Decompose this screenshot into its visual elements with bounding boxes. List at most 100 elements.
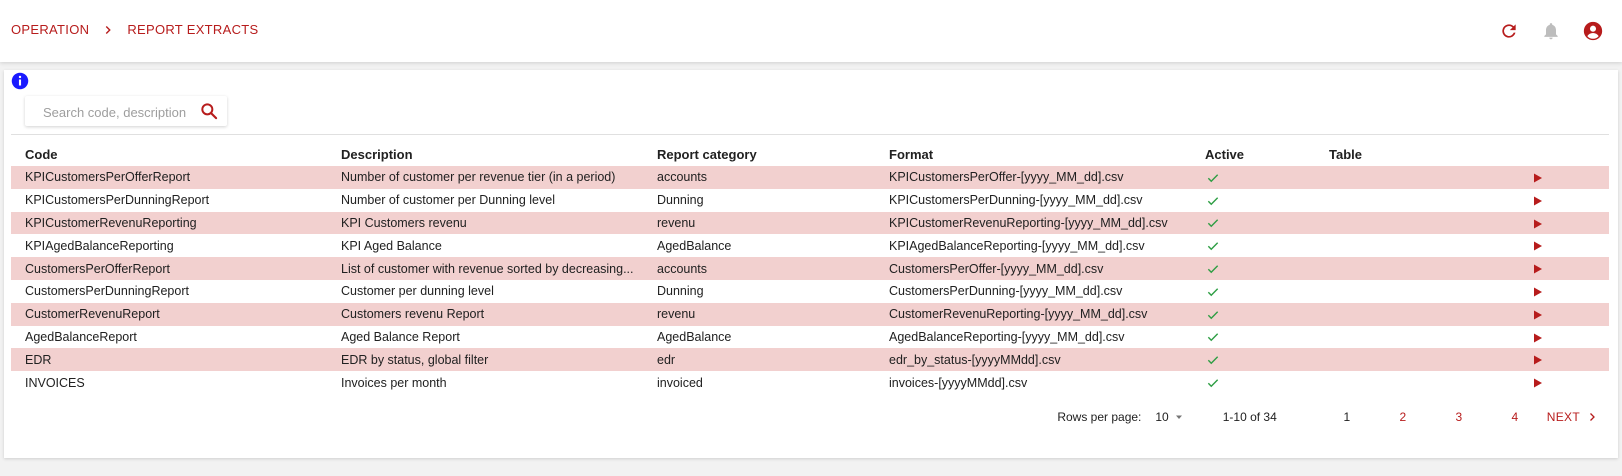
play-icon[interactable] bbox=[1533, 264, 1543, 274]
play-icon[interactable] bbox=[1533, 378, 1543, 388]
cell-format: CustomersPerDunning-[yyyy_MM_dd].csv bbox=[889, 284, 1123, 299]
rows-per-page-label: Rows per page: bbox=[1057, 410, 1142, 424]
cell-description: EDR by status, global filter bbox=[327, 348, 643, 372]
cell-code: KPICustomersPerOfferReport bbox=[11, 166, 327, 189]
report-extracts-card: Code Description Report category Format … bbox=[4, 70, 1618, 458]
cell-report-category: accounts bbox=[643, 257, 875, 280]
table-row[interactable]: KPICustomersPerDunningReport Number of cu… bbox=[11, 189, 1609, 212]
cell-table bbox=[1315, 211, 1429, 235]
cell-run bbox=[1429, 348, 1609, 372]
account-icon[interactable] bbox=[1582, 20, 1604, 42]
column-header-active[interactable]: Active bbox=[1191, 142, 1315, 166]
column-header-code[interactable]: Code bbox=[11, 142, 327, 166]
play-icon[interactable] bbox=[1533, 355, 1543, 365]
table-body: KPICustomersPerOfferReport Number of cust… bbox=[11, 166, 1609, 394]
cell-description: KPI Aged Balance bbox=[341, 238, 442, 253]
column-header-format[interactable]: Format bbox=[875, 142, 1191, 166]
cell-run bbox=[1429, 211, 1609, 235]
check-icon bbox=[1207, 310, 1219, 319]
table-row[interactable]: CustomersPerOfferReport List of customer … bbox=[11, 257, 1609, 280]
cell-active bbox=[1191, 371, 1315, 394]
divider bbox=[11, 134, 1609, 135]
column-header-description[interactable]: Description bbox=[327, 142, 643, 166]
cell-format: KPIAgedBalanceReporting-[yyyy_MM_dd].csv bbox=[889, 238, 1145, 253]
next-page-button[interactable]: NEXT bbox=[1547, 410, 1598, 424]
rows-per-page-value: 10 bbox=[1155, 410, 1169, 424]
cell-run bbox=[1429, 326, 1609, 349]
check-icon bbox=[1207, 174, 1219, 182]
cell-report-category: AgedBalance bbox=[657, 329, 732, 344]
cell-code: CustomersPerDunningReport bbox=[25, 284, 189, 299]
play-icon[interactable] bbox=[1533, 333, 1543, 343]
table-row[interactable]: CustomersPerDunningReport Customer per du… bbox=[11, 280, 1609, 303]
header-actions bbox=[1478, 20, 1604, 42]
search-input[interactable] bbox=[41, 101, 195, 123]
table-row[interactable]: AgedBalanceReport Aged Balance Report Aged… bbox=[11, 326, 1609, 349]
cell-table bbox=[1315, 302, 1429, 326]
cell-description: Aged Balance Report bbox=[341, 329, 460, 344]
play-icon[interactable] bbox=[1533, 196, 1543, 206]
cell-format: KPICustomersPerOffer-[yyyy_MM_dd].csv bbox=[875, 166, 1191, 189]
pagination: Rows per page: 10 1-10 of 34 1 2 3 4 NEX… bbox=[1057, 410, 1598, 424]
column-header-report-category[interactable]: Report category bbox=[643, 142, 875, 166]
cell-code: EDR bbox=[11, 348, 327, 372]
page-link-3[interactable]: 3 bbox=[1431, 410, 1487, 424]
check-icon bbox=[1207, 379, 1219, 388]
play-icon[interactable] bbox=[1533, 173, 1543, 183]
table-row[interactable]: KPIAgedBalanceReporting KPI Aged Balance A… bbox=[11, 234, 1609, 257]
cell-code: CustomersPerOfferReport bbox=[11, 257, 327, 280]
cell-format: AgedBalanceReporting-[yyyy_MM_dd].csv bbox=[889, 329, 1125, 344]
cell-active bbox=[1191, 257, 1315, 280]
breadcrumb-item-report-extracts[interactable]: REPORT EXTRACTS bbox=[127, 22, 258, 37]
refresh-icon[interactable] bbox=[1498, 20, 1520, 42]
cell-code: KPIAgedBalanceReporting bbox=[25, 238, 174, 253]
check-icon bbox=[1207, 265, 1219, 274]
search-icon[interactable] bbox=[199, 101, 219, 121]
cell-table bbox=[1315, 189, 1429, 212]
cell-format: CustomerRevenuReporting-[yyyy_MM_dd].csv bbox=[875, 302, 1191, 326]
page-link-4[interactable]: 4 bbox=[1487, 410, 1543, 424]
cell-format: KPICustomersPerDunning-[yyyy_MM_dd].csv bbox=[889, 193, 1143, 208]
cell-description: Invoices per month bbox=[341, 375, 447, 390]
cell-format: invoices-[yyyyMMdd].csv bbox=[889, 375, 1028, 390]
play-icon[interactable] bbox=[1533, 241, 1543, 251]
cell-format: CustomersPerOffer-[yyyy_MM_dd].csv bbox=[875, 257, 1191, 280]
check-icon bbox=[1207, 196, 1219, 205]
play-icon[interactable] bbox=[1533, 310, 1543, 320]
cell-active bbox=[1191, 211, 1315, 235]
dropdown-arrow-icon bbox=[1175, 415, 1182, 419]
play-icon[interactable] bbox=[1533, 219, 1543, 229]
table-row[interactable]: KPICustomersPerOfferReport Number of cust… bbox=[11, 166, 1609, 189]
column-header-actions bbox=[1429, 142, 1609, 166]
report-table: Code Description Report category Format … bbox=[11, 142, 1609, 394]
cell-run bbox=[1429, 189, 1609, 212]
cell-run bbox=[1429, 280, 1609, 303]
cell-report-category: revenu bbox=[643, 302, 875, 326]
cell-table bbox=[1315, 280, 1429, 303]
cell-report-category: revenu bbox=[643, 211, 875, 235]
check-icon bbox=[1207, 356, 1219, 365]
cell-run bbox=[1429, 371, 1609, 394]
bell-icon[interactable] bbox=[1540, 20, 1562, 42]
search-box bbox=[25, 96, 227, 126]
table-row[interactable]: CustomerRevenuReport Customers revenu Rep… bbox=[11, 302, 1609, 326]
column-header-table[interactable]: Table bbox=[1315, 142, 1429, 166]
play-icon[interactable] bbox=[1533, 287, 1543, 297]
cell-description: Customers revenu Report bbox=[327, 302, 643, 326]
table-header-row: Code Description Report category Format … bbox=[11, 142, 1609, 166]
rows-per-page-select[interactable]: 10 bbox=[1155, 410, 1184, 424]
page-link-2[interactable]: 2 bbox=[1375, 410, 1431, 424]
cell-report-category: Dunning bbox=[657, 193, 704, 208]
cell-active bbox=[1191, 302, 1315, 326]
cell-description: List of customer with revenue sorted by … bbox=[327, 257, 643, 280]
info-icon[interactable] bbox=[11, 72, 29, 90]
cell-description: Number of customer per revenue tier (in … bbox=[327, 166, 643, 189]
page-link-1[interactable]: 1 bbox=[1319, 410, 1375, 424]
cell-report-category: Dunning bbox=[657, 284, 704, 299]
table-row[interactable]: INVOICES Invoices per month invoiced invoic… bbox=[11, 371, 1609, 394]
page-range: 1-10 of 34 bbox=[1222, 410, 1277, 424]
breadcrumb-item-operation[interactable]: OPERATION bbox=[11, 22, 89, 37]
table-row[interactable]: EDR EDR by status, global filter edr edr_by… bbox=[11, 348, 1609, 372]
table-row[interactable]: KPICustomerRevenuReporting KPI Customers … bbox=[11, 211, 1609, 235]
cell-active bbox=[1191, 326, 1315, 349]
